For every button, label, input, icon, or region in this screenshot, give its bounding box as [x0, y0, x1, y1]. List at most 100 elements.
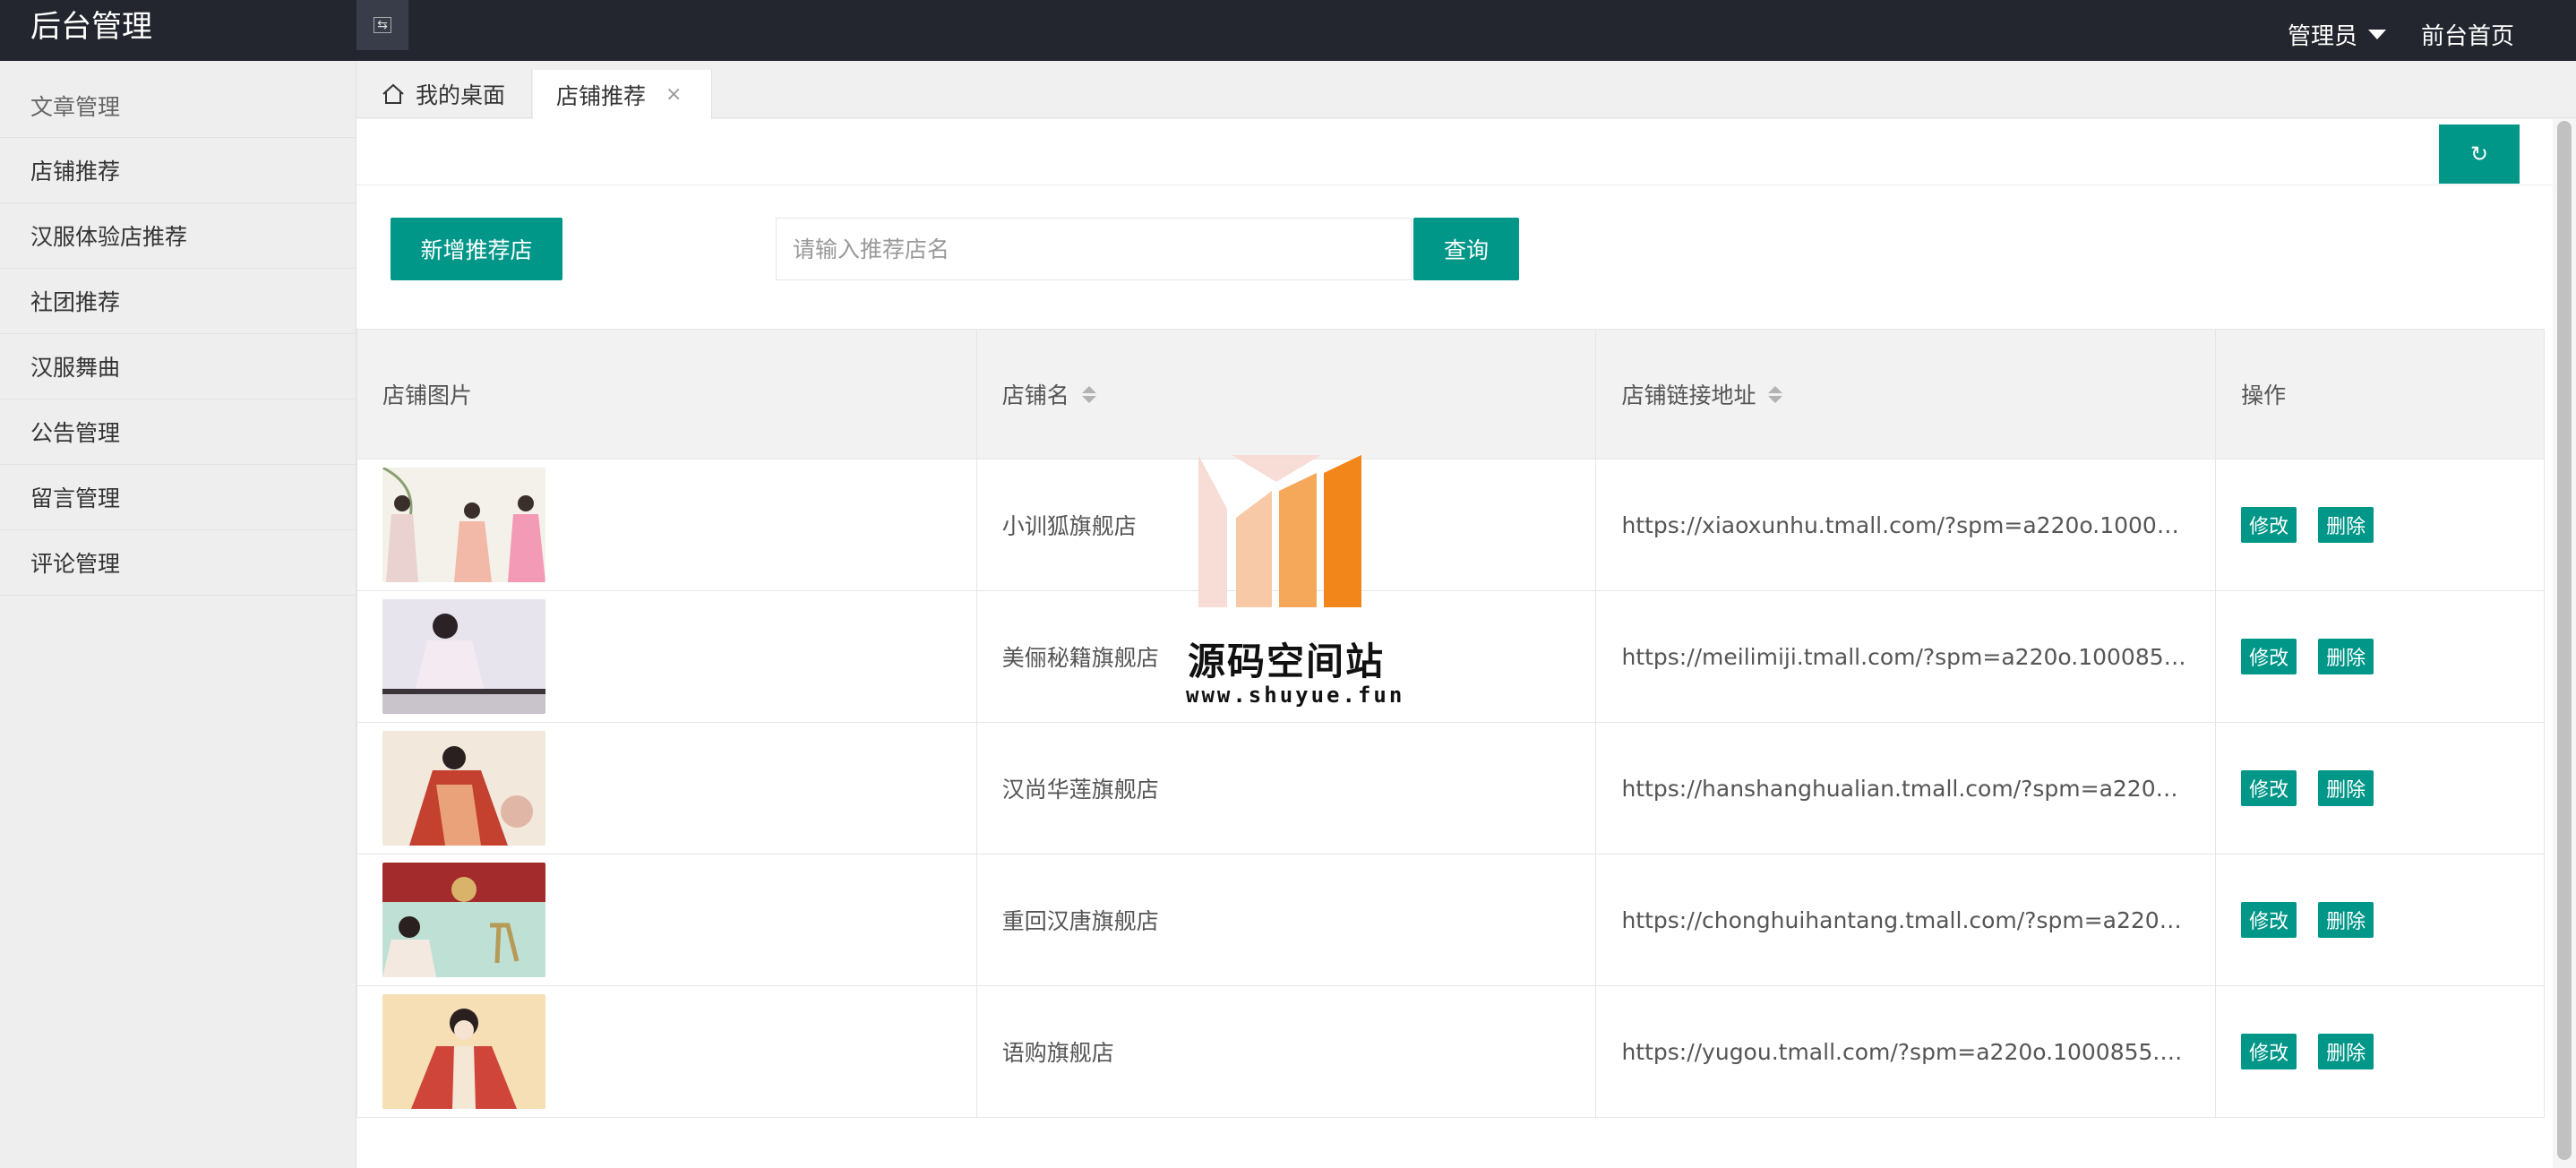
sidebar-item-shop-recommend[interactable]: 店铺推荐	[0, 138, 356, 203]
shop-url: https://xiaoxunhu.tmall.com/?spm=a220o.1…	[1621, 511, 2191, 538]
edit-button[interactable]: 修改	[2241, 770, 2297, 806]
sort-icon[interactable]	[1081, 385, 1096, 403]
column-header-actions: 操作	[2216, 330, 2546, 459]
table-row: 美俪秘籍旗舰店 https://meilimiji.tmall.com/?spm…	[357, 591, 2546, 723]
sidebar-item-label: 社团推荐	[30, 289, 121, 315]
search-input[interactable]	[776, 218, 1412, 280]
shop-thumbnail	[382, 468, 545, 582]
scrollbar-thumb[interactable]	[2557, 121, 2572, 1160]
admin-menu[interactable]: 管理员	[2288, 18, 2387, 51]
shop-url-cell: https://xiaoxunhu.tmall.com/?spm=a220o.1…	[1596, 459, 2217, 590]
fold-icon: ⇆	[374, 17, 391, 33]
sidebar-item-dance[interactable]: 汉服舞曲	[0, 334, 356, 399]
shop-name: 美俪秘籍旗舰店	[1001, 645, 1159, 671]
shop-url-cell: https://meilimiji.tmall.com/?spm=a220o.1…	[1596, 591, 2217, 722]
shop-url: https://yugou.tmall.com/?spm=a220o.10008…	[1621, 1038, 2190, 1065]
actions-cell: 修改 删除	[2216, 459, 2546, 590]
sidebar: 文章管理 店铺推荐 汉服体验店推荐 社团推荐 汉服舞曲 公告管理 留言管理 评论…	[0, 61, 356, 1168]
refresh-icon: ↻	[2469, 142, 2489, 167]
table-row: 小训狐旗舰店 https://xiaoxunhu.tmall.com/?spm=…	[357, 459, 2546, 591]
shop-name: 汉尚华莲旗舰店	[1001, 777, 1159, 803]
actions-cell: 修改 删除	[2216, 591, 2546, 722]
shop-thumbnail	[382, 731, 545, 846]
shop-table: 店铺图片 店铺名 店铺链接地址 操作 小训狐旗舰店 https://xiaoxu…	[356, 329, 2546, 1118]
table-row: 汉尚华莲旗舰店 https://hanshanghualian.tmall.co…	[357, 723, 2546, 855]
toolbar: 新增推荐店 查询	[391, 218, 1644, 280]
actions-cell: 修改 删除	[2216, 855, 2546, 985]
shop-url: https://meilimiji.tmall.com/?spm=a220o.1…	[1621, 643, 2190, 670]
tab-desktop[interactable]: 我的桌面	[356, 70, 532, 118]
sidebar-item-notices[interactable]: 公告管理	[0, 399, 356, 465]
shop-url: https://chonghuihantang.tmall.com/?spm=a…	[1621, 906, 2190, 933]
actions-cell: 修改 删除	[2216, 723, 2546, 854]
table-row: 语购旗舰店 https://yugou.tmall.com/?spm=a220o…	[357, 986, 2546, 1118]
delete-button[interactable]: 删除	[2318, 507, 2374, 543]
sidebar-item-label: 汉服体验店推荐	[30, 224, 188, 250]
vertical-scrollbar[interactable]	[2553, 119, 2576, 1168]
image-cell	[357, 986, 977, 1117]
edit-button[interactable]: 修改	[2241, 902, 2297, 938]
brand-title: 后台管理	[30, 9, 152, 45]
edit-button[interactable]: 修改	[2241, 639, 2297, 674]
home-icon	[382, 83, 405, 105]
shop-name-cell: 语购旗舰店	[977, 986, 1597, 1117]
actions-cell: 修改 删除	[2216, 986, 2546, 1117]
sidebar-item-comments[interactable]: 评论管理	[0, 530, 356, 596]
sort-icon[interactable]	[1768, 385, 1783, 403]
delete-button[interactable]: 删除	[2318, 902, 2374, 938]
tab-label: 我的桌面	[416, 82, 506, 108]
add-shop-button[interactable]: 新增推荐店	[391, 218, 562, 280]
sidebar-item-label: 文章管理	[30, 93, 121, 120]
shop-name-cell: 重回汉唐旗舰店	[977, 855, 1597, 985]
shop-url-cell: https://hanshanghualian.tmall.com/?spm=a…	[1596, 723, 2217, 854]
header-label: 操作	[2241, 382, 2287, 408]
sidebar-item-articles[interactable]: 文章管理	[0, 61, 356, 138]
sidebar-item-messages[interactable]: 留言管理	[0, 465, 356, 530]
sidebar-item-label: 汉服舞曲	[30, 355, 121, 381]
close-icon[interactable]: ×	[665, 83, 682, 106]
shop-thumbnail	[382, 863, 545, 977]
delete-button[interactable]: 删除	[2318, 1034, 2374, 1069]
watermark-title: 源码空间站	[1188, 640, 1386, 683]
caret-down-icon	[2368, 30, 2387, 39]
shop-thumbnail	[382, 994, 545, 1109]
shop-url-cell: https://yugou.tmall.com/?spm=a220o.10008…	[1596, 986, 2217, 1117]
delete-button[interactable]: 删除	[2318, 639, 2374, 674]
shop-name: 小训狐旗舰店	[1001, 513, 1137, 539]
header-label: 店铺链接地址	[1621, 382, 1756, 408]
shop-url: https://hanshanghualian.tmall.com/?spm=a…	[1621, 775, 2191, 802]
sidebar-item-label: 店铺推荐	[30, 159, 121, 185]
tab-bar: 我的桌面 店铺推荐 ×	[356, 61, 2576, 119]
main-content: ↻ 新增推荐店 查询 店铺图片 店铺名 店铺链接地址 操作	[356, 119, 2553, 1168]
sidebar-item-label: 留言管理	[30, 485, 121, 511]
frontend-home-link[interactable]: 前台首页	[2421, 18, 2514, 51]
column-header-name[interactable]: 店铺名	[977, 330, 1597, 459]
header-label: 店铺名	[1001, 382, 1069, 408]
image-cell	[357, 459, 977, 590]
sidebar-fold-button[interactable]: ⇆	[356, 0, 408, 50]
shop-url-cell: https://chonghuihantang.tmall.com/?spm=a…	[1596, 855, 2217, 985]
query-button[interactable]: 查询	[1413, 218, 1519, 280]
image-cell	[357, 591, 977, 722]
content-topbar: ↻	[356, 119, 2553, 185]
column-header-url[interactable]: 店铺链接地址	[1596, 330, 2217, 459]
shop-thumbnail	[382, 599, 545, 714]
shop-name-cell: 汉尚华莲旗舰店	[977, 723, 1597, 854]
shop-name: 语购旗舰店	[1001, 1040, 1114, 1066]
edit-button[interactable]: 修改	[2241, 1034, 2297, 1069]
watermark-url: www.shuyue.fun	[1186, 683, 1405, 708]
image-cell	[357, 855, 977, 985]
delete-button[interactable]: 删除	[2318, 770, 2374, 806]
image-cell	[357, 723, 977, 854]
header-label: 店铺图片	[382, 382, 473, 408]
table-header: 店铺图片 店铺名 店铺链接地址 操作	[357, 329, 2546, 459]
edit-button[interactable]: 修改	[2241, 507, 2297, 543]
shop-name: 重回汉唐旗舰店	[1001, 908, 1159, 934]
tab-shop-recommend[interactable]: 店铺推荐 ×	[533, 70, 712, 119]
sidebar-item-experience-store[interactable]: 汉服体验店推荐	[0, 203, 356, 269]
sidebar-item-club[interactable]: 社团推荐	[0, 269, 356, 334]
table-row: 重回汉唐旗舰店 https://chonghuihantang.tmall.co…	[357, 855, 2546, 986]
sidebar-item-label: 评论管理	[30, 551, 121, 577]
top-header: 后台管理 ⇆ 管理员 前台首页	[0, 0, 2576, 61]
refresh-button[interactable]: ↻	[2439, 125, 2520, 184]
